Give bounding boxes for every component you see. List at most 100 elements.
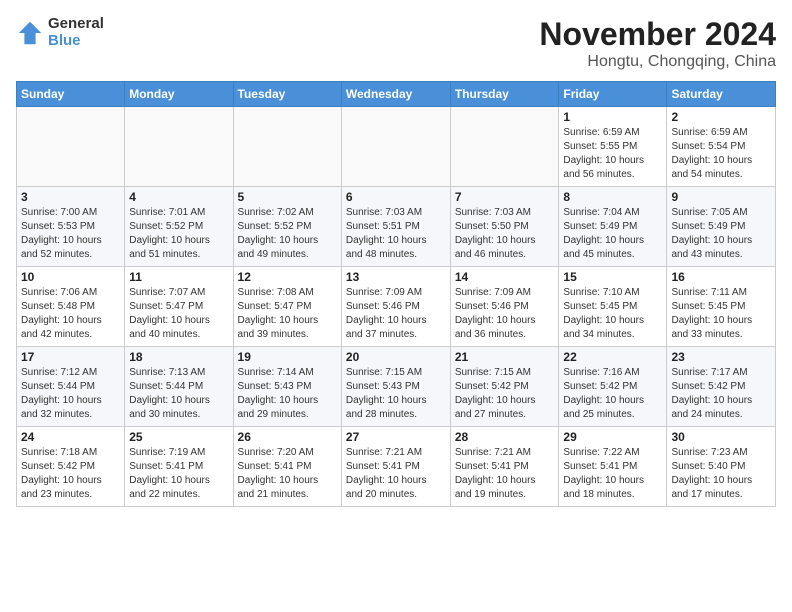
day-number: 27 (346, 430, 446, 444)
day-info: Sunrise: 7:21 AM Sunset: 5:41 PM Dayligh… (455, 446, 555, 502)
day-number: 29 (563, 430, 662, 444)
calendar-cell (17, 107, 125, 187)
calendar-cell: 29 Sunrise: 7:22 AM Sunset: 5:41 PM Dayli… (559, 427, 667, 507)
weekday-header: Monday (125, 82, 233, 107)
day-info: Sunrise: 7:12 AM Sunset: 5:44 PM Dayligh… (21, 366, 120, 422)
day-number: 1 (563, 110, 662, 124)
calendar-cell: 10 Sunrise: 7:06 AM Sunset: 5:48 PM Dayli… (17, 267, 125, 347)
day-info: Sunrise: 7:08 AM Sunset: 5:47 PM Dayligh… (238, 286, 337, 342)
calendar-body: 1 Sunrise: 6:59 AM Sunset: 5:55 PM Daylig… (17, 107, 776, 507)
day-number: 24 (21, 430, 120, 444)
calendar-header: SundayMondayTuesdayWednesdayThursdayFrid… (17, 82, 776, 107)
logo-blue: Blue (48, 33, 104, 50)
calendar-cell: 6 Sunrise: 7:03 AM Sunset: 5:51 PM Daylig… (341, 187, 450, 267)
calendar-cell: 5Sunrise: 7:02 AM Sunset: 5:52 PM Daylig… (233, 187, 341, 267)
day-number: 12 (238, 270, 337, 284)
calendar-week-row: 1 Sunrise: 6:59 AM Sunset: 5:55 PM Daylig… (17, 107, 776, 187)
day-info: Sunrise: 7:06 AM Sunset: 5:48 PM Dayligh… (21, 286, 120, 342)
day-info: Sunrise: 7:09 AM Sunset: 5:46 PM Dayligh… (346, 286, 446, 342)
day-info: Sunrise: 7:09 AM Sunset: 5:46 PM Dayligh… (455, 286, 555, 342)
day-number: 20 (346, 350, 446, 364)
weekday-header: Wednesday (341, 82, 450, 107)
day-number: 16 (671, 270, 771, 284)
day-info: Sunrise: 7:15 AM Sunset: 5:43 PM Dayligh… (346, 366, 446, 422)
calendar-cell: 22 Sunrise: 7:16 AM Sunset: 5:42 PM Dayli… (559, 347, 667, 427)
calendar-cell (125, 107, 233, 187)
calendar-cell: 13 Sunrise: 7:09 AM Sunset: 5:46 PM Dayli… (341, 267, 450, 347)
day-number: 9 (671, 190, 771, 204)
day-info: Sunrise: 7:02 AM Sunset: 5:52 PM Dayligh… (238, 206, 337, 262)
day-number: 3 (21, 190, 120, 204)
calendar-cell: 16 Sunrise: 7:11 AM Sunset: 5:45 PM Dayli… (667, 267, 776, 347)
page-header: General Blue November 2024 Hongtu, Chong… (16, 16, 776, 71)
day-info: Sunrise: 6:59 AM Sunset: 5:55 PM Dayligh… (563, 126, 662, 182)
day-info: Sunrise: 7:18 AM Sunset: 5:42 PM Dayligh… (21, 446, 120, 502)
day-info: Sunrise: 7:14 AM Sunset: 5:43 PM Dayligh… (238, 366, 337, 422)
day-info: Sunrise: 7:22 AM Sunset: 5:41 PM Dayligh… (563, 446, 662, 502)
day-info: Sunrise: 7:03 AM Sunset: 5:51 PM Dayligh… (346, 206, 446, 262)
day-info: Sunrise: 7:13 AM Sunset: 5:44 PM Dayligh… (129, 366, 228, 422)
logo-general: General (48, 16, 104, 33)
day-number: 8 (563, 190, 662, 204)
day-number: 15 (563, 270, 662, 284)
day-number: 18 (129, 350, 228, 364)
calendar-week-row: 17 Sunrise: 7:12 AM Sunset: 5:44 PM Dayli… (17, 347, 776, 427)
calendar-cell: 18 Sunrise: 7:13 AM Sunset: 5:44 PM Dayli… (125, 347, 233, 427)
day-number: 21 (455, 350, 555, 364)
day-number: 6 (346, 190, 446, 204)
day-info: Sunrise: 7:21 AM Sunset: 5:41 PM Dayligh… (346, 446, 446, 502)
calendar-cell: 20 Sunrise: 7:15 AM Sunset: 5:43 PM Dayli… (341, 347, 450, 427)
calendar-cell: 2Sunrise: 6:59 AM Sunset: 5:54 PM Daylig… (667, 107, 776, 187)
day-info: Sunrise: 7:16 AM Sunset: 5:42 PM Dayligh… (563, 366, 662, 422)
day-info: Sunrise: 7:11 AM Sunset: 5:45 PM Dayligh… (671, 286, 771, 342)
calendar-cell: 14 Sunrise: 7:09 AM Sunset: 5:46 PM Dayli… (450, 267, 559, 347)
calendar-cell: 17 Sunrise: 7:12 AM Sunset: 5:44 PM Dayli… (17, 347, 125, 427)
weekday-header: Thursday (450, 82, 559, 107)
calendar-cell: 9 Sunrise: 7:05 AM Sunset: 5:49 PM Daylig… (667, 187, 776, 267)
calendar-cell (341, 107, 450, 187)
calendar-cell: 21 Sunrise: 7:15 AM Sunset: 5:42 PM Dayli… (450, 347, 559, 427)
logo-icon (16, 19, 44, 47)
calendar-cell: 4Sunrise: 7:01 AM Sunset: 5:52 PM Daylig… (125, 187, 233, 267)
day-number: 19 (238, 350, 337, 364)
day-info: Sunrise: 7:05 AM Sunset: 5:49 PM Dayligh… (671, 206, 771, 262)
month-title: November 2024 (539, 16, 776, 53)
calendar-cell: 19 Sunrise: 7:14 AM Sunset: 5:43 PM Dayli… (233, 347, 341, 427)
day-number: 26 (238, 430, 337, 444)
calendar-cell: 27 Sunrise: 7:21 AM Sunset: 5:41 PM Dayli… (341, 427, 450, 507)
title-area: November 2024 Hongtu, Chongqing, China (539, 16, 776, 71)
calendar-cell: 3 Sunrise: 7:00 AM Sunset: 5:53 PM Daylig… (17, 187, 125, 267)
day-info: Sunrise: 7:17 AM Sunset: 5:42 PM Dayligh… (671, 366, 771, 422)
day-number: 7 (455, 190, 555, 204)
logo-text: General Blue (48, 16, 104, 49)
day-number: 2 (671, 110, 771, 124)
weekday-header-row: SundayMondayTuesdayWednesdayThursdayFrid… (17, 82, 776, 107)
day-info: Sunrise: 7:20 AM Sunset: 5:41 PM Dayligh… (238, 446, 337, 502)
calendar-week-row: 24 Sunrise: 7:18 AM Sunset: 5:42 PM Dayli… (17, 427, 776, 507)
day-number: 14 (455, 270, 555, 284)
day-number: 17 (21, 350, 120, 364)
calendar-cell: 30Sunrise: 7:23 AM Sunset: 5:40 PM Dayli… (667, 427, 776, 507)
location-subtitle: Hongtu, Chongqing, China (539, 53, 776, 71)
calendar-cell (450, 107, 559, 187)
weekday-header: Saturday (667, 82, 776, 107)
day-number: 4 (129, 190, 228, 204)
day-info: Sunrise: 7:10 AM Sunset: 5:45 PM Dayligh… (563, 286, 662, 342)
day-number: 25 (129, 430, 228, 444)
calendar-cell: 12 Sunrise: 7:08 AM Sunset: 5:47 PM Dayli… (233, 267, 341, 347)
day-number: 13 (346, 270, 446, 284)
calendar-cell: 26 Sunrise: 7:20 AM Sunset: 5:41 PM Dayli… (233, 427, 341, 507)
day-number: 11 (129, 270, 228, 284)
weekday-header: Sunday (17, 82, 125, 107)
day-number: 23 (671, 350, 771, 364)
day-number: 22 (563, 350, 662, 364)
day-info: Sunrise: 7:00 AM Sunset: 5:53 PM Dayligh… (21, 206, 120, 262)
logo: General Blue (16, 16, 104, 49)
calendar-cell: 8Sunrise: 7:04 AM Sunset: 5:49 PM Daylig… (559, 187, 667, 267)
calendar-week-row: 3 Sunrise: 7:00 AM Sunset: 5:53 PM Daylig… (17, 187, 776, 267)
calendar-cell: 1 Sunrise: 6:59 AM Sunset: 5:55 PM Daylig… (559, 107, 667, 187)
day-info: Sunrise: 7:03 AM Sunset: 5:50 PM Dayligh… (455, 206, 555, 262)
day-number: 10 (21, 270, 120, 284)
calendar-cell (233, 107, 341, 187)
day-info: Sunrise: 7:15 AM Sunset: 5:42 PM Dayligh… (455, 366, 555, 422)
